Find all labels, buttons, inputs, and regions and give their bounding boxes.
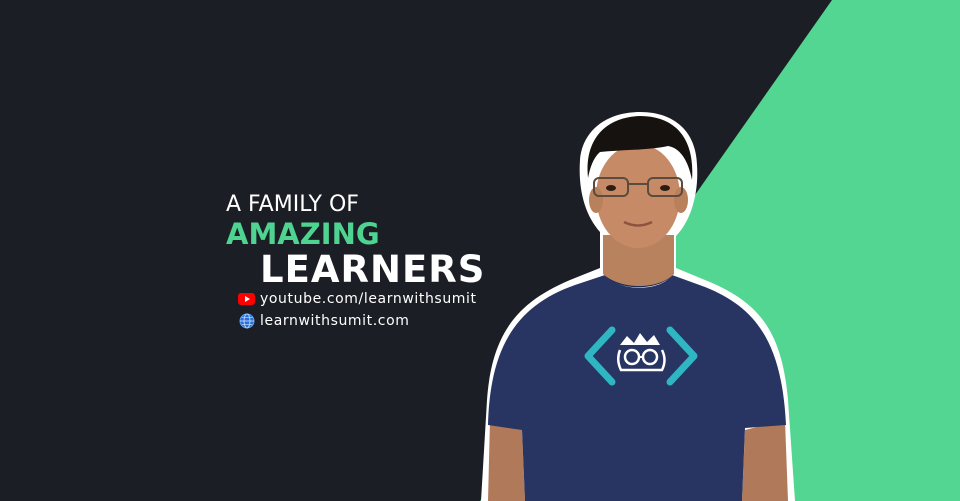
presenter-photo	[481, 112, 795, 501]
channel-banner: A FAMILY OF AMAZING LEARNERS youtube.com…	[0, 0, 960, 501]
